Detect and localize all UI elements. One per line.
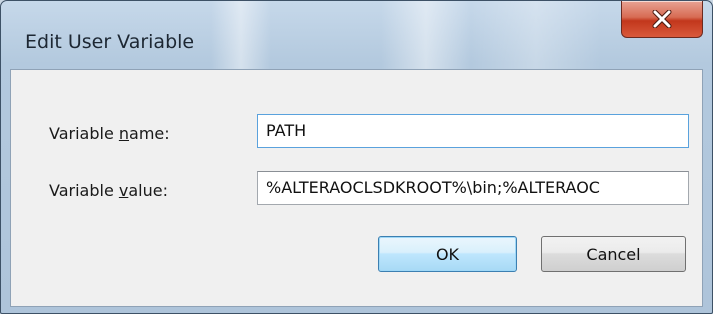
variable-value-label: Variable value: bbox=[49, 181, 168, 200]
glass-reflection bbox=[381, 1, 471, 71]
variable-name-input[interactable]: PATH bbox=[257, 114, 689, 148]
dialog-client-area: Variable name: PATH Variable value: %ALT… bbox=[10, 69, 703, 307]
close-button[interactable] bbox=[621, 1, 703, 38]
glass-reflection bbox=[471, 1, 601, 71]
dialog-window: Edit User Variable Variable name: PATH V… bbox=[0, 0, 713, 314]
window-title: Edit User Variable bbox=[25, 31, 195, 53]
variable-value-input[interactable]: %ALTERAOCLSDKROOT%\bin;%ALTERAOC bbox=[257, 171, 689, 205]
close-x-icon bbox=[652, 10, 672, 28]
ok-button[interactable]: OK bbox=[378, 236, 517, 272]
glass-reflection bbox=[211, 1, 271, 71]
cancel-button[interactable]: Cancel bbox=[541, 236, 686, 272]
variable-name-label: Variable name: bbox=[49, 124, 170, 143]
